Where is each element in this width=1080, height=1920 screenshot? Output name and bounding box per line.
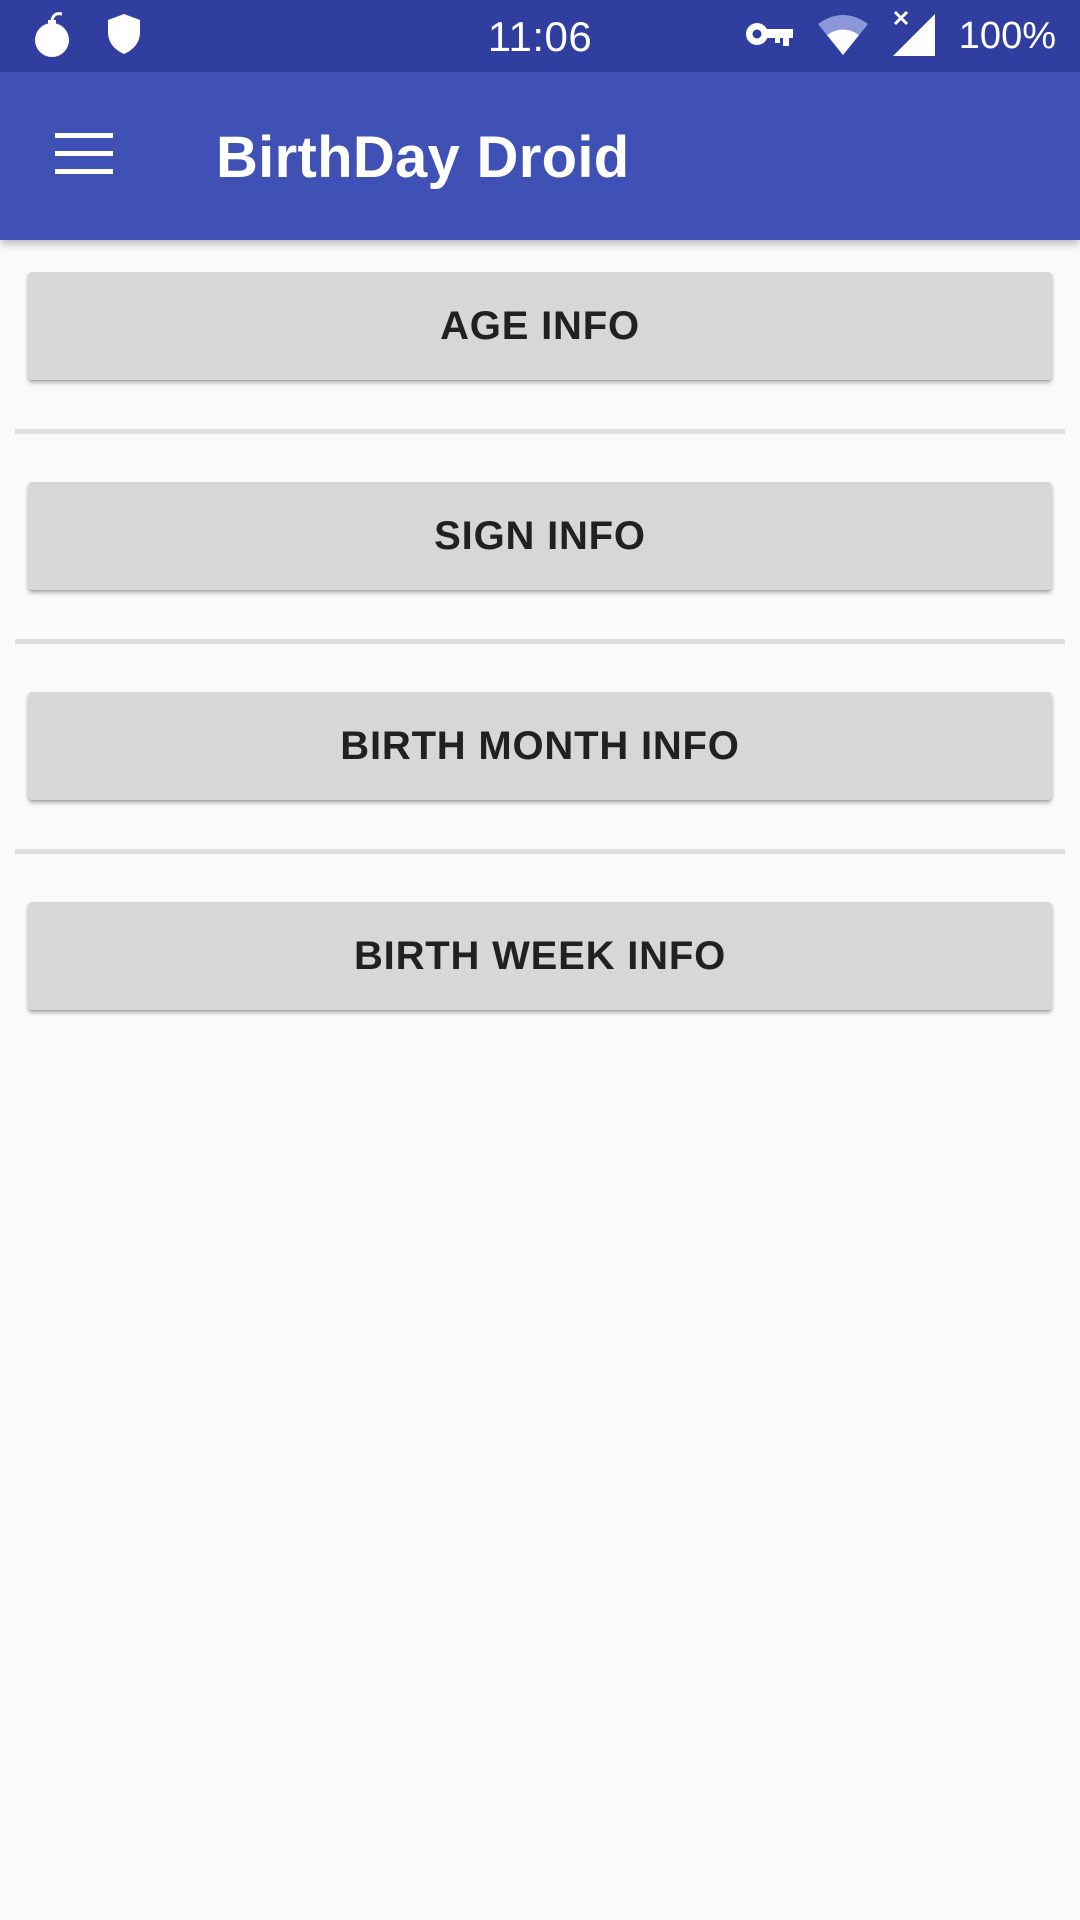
hamburger-menu-icon (55, 132, 113, 180)
divider (15, 429, 1065, 434)
vpn-key-icon (745, 19, 795, 54)
battery-percent: 100% (958, 15, 1056, 57)
birth-month-info-button[interactable]: BIRTH MONTH INFO (28, 692, 1052, 800)
app-title: BirthDay Droid (216, 125, 630, 190)
app-bar: BirthDay Droid (0, 72, 1080, 240)
divider (15, 639, 1065, 644)
system-icons: 100% (745, 10, 1056, 62)
birth-week-info-button[interactable]: BIRTH WEEK INFO (28, 902, 1052, 1010)
sign-info-button[interactable]: SIGN INFO (28, 482, 1052, 590)
menu-button[interactable] (40, 116, 128, 196)
signal-no-data-icon (891, 10, 937, 63)
age-info-button[interactable]: AGE INFO (28, 272, 1052, 380)
wifi-icon (817, 12, 869, 61)
status-bar: 11:06 100% (0, 0, 1080, 72)
divider (15, 849, 1065, 854)
